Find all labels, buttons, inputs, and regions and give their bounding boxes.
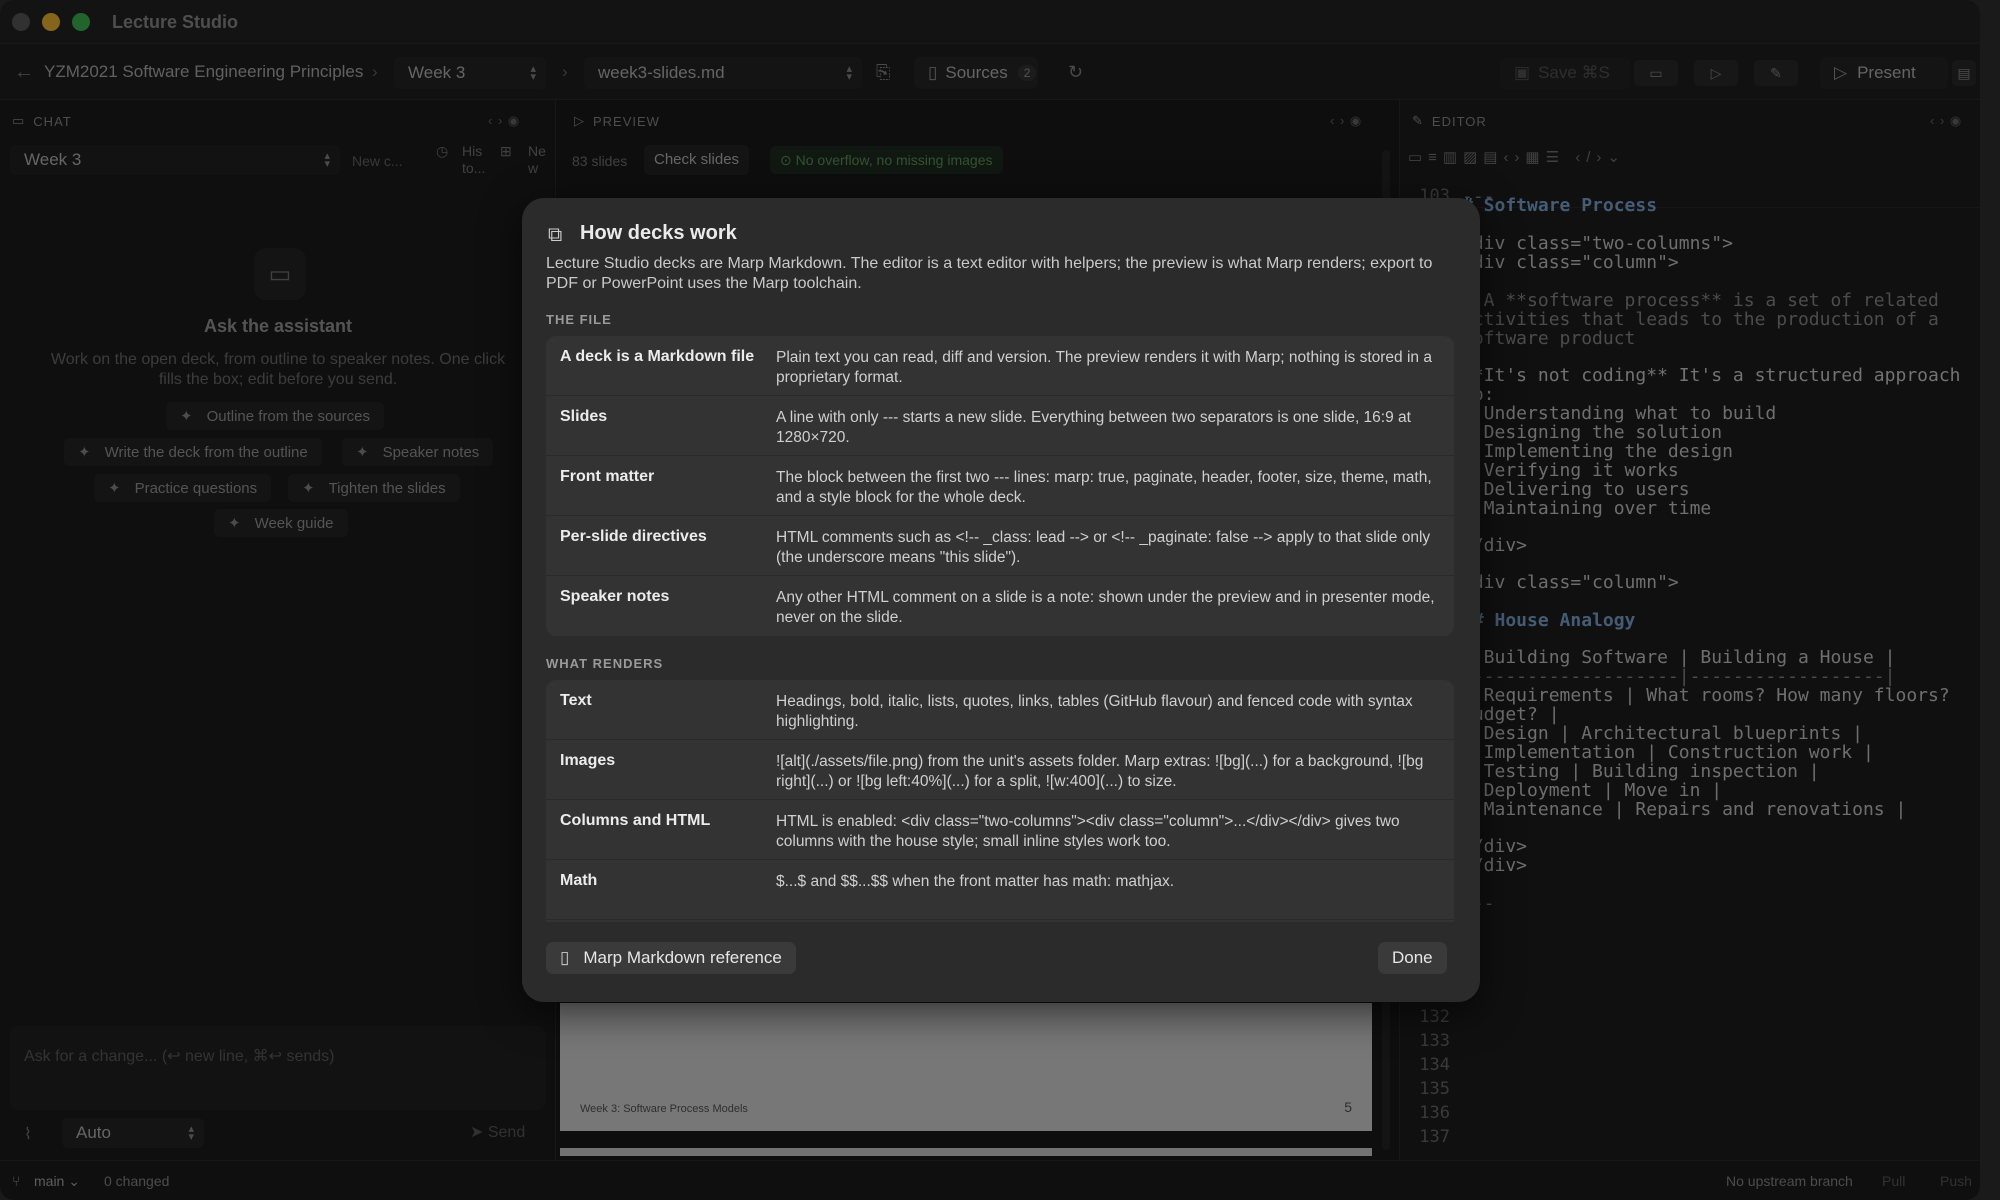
row-key: Front matter <box>560 468 655 485</box>
table-row: Math $...$ and $$...$$ when the front mat… <box>546 860 1454 920</box>
row-key: Math <box>560 872 598 889</box>
row-key: Columns and HTML <box>560 812 711 829</box>
row-value: Headings, bold, italic, lists, quotes, l… <box>776 693 1413 730</box>
row-value: ![alt](./assets/file.png) from the unit'… <box>776 753 1424 790</box>
book-icon: ▯ <box>560 948 570 967</box>
row-value: HTML comments such as <!-- _class: lead … <box>776 529 1431 566</box>
row-key: Per-slide directives <box>560 528 707 545</box>
done-button[interactable]: Done <box>1378 942 1447 974</box>
table-row: Text Headings, bold, italic, lists, quote… <box>546 680 1454 740</box>
how-decks-work-dialog: ⧉ How decks work Lecture Studio decks ar… <box>522 198 1480 1002</box>
table-row: Slides A line with only --- starts a new … <box>546 396 1454 456</box>
table-row: Speaker notes Any other HTML comment on a… <box>546 576 1454 636</box>
row-key: Text <box>560 692 592 709</box>
row-key: Images <box>560 752 616 769</box>
table-row: A deck is a Markdown file Plain text you … <box>546 336 1454 396</box>
row-value: HTML is enabled: <div class="two-columns… <box>776 813 1400 850</box>
dialog-description: Lecture Studio decks are Marp Markdown. … <box>546 255 1433 292</box>
row-value: The block between the first two --- line… <box>776 469 1432 506</box>
table-row: Columns and HTML HTML is enabled: <div cl… <box>546 800 1454 860</box>
row-value: Any other HTML comment on a slide is a n… <box>776 589 1435 626</box>
row-key: Slides <box>560 408 608 425</box>
section-heading-file: THE FILE <box>546 312 612 327</box>
row-key: Speaker notes <box>560 588 670 605</box>
dialog-title: How decks work <box>580 222 737 244</box>
row-value: Plain text you can read, diff and versio… <box>776 349 1432 386</box>
file-table: A deck is a Markdown file Plain text you … <box>546 336 1454 636</box>
section-heading-renders: WHAT RENDERS <box>546 656 664 671</box>
row-key: A deck is a Markdown file <box>560 348 755 365</box>
row-value: $...$ and $$...$$ when the front matter … <box>776 873 1175 890</box>
app-window: Lecture Studio ← YZM2021 Software Engine… <box>0 0 1980 1200</box>
renders-table: Text Headings, bold, italic, lists, quote… <box>546 680 1454 922</box>
table-row: Per-slide directives HTML comments such a… <box>546 516 1454 576</box>
table-row: Front matter The block between the first … <box>546 456 1454 516</box>
marp-reference-label: Marp Markdown reference <box>583 948 782 967</box>
row-value: A line with only --- starts a new slide.… <box>776 409 1411 446</box>
table-row: Images ![alt](./assets/file.png) from the… <box>546 740 1454 800</box>
dialog-footer: ▯ Marp Markdown reference Done <box>522 922 1480 1002</box>
marp-reference-button[interactable]: ▯ Marp Markdown reference <box>546 942 796 974</box>
slides-icon: ⧉ <box>548 224 563 246</box>
